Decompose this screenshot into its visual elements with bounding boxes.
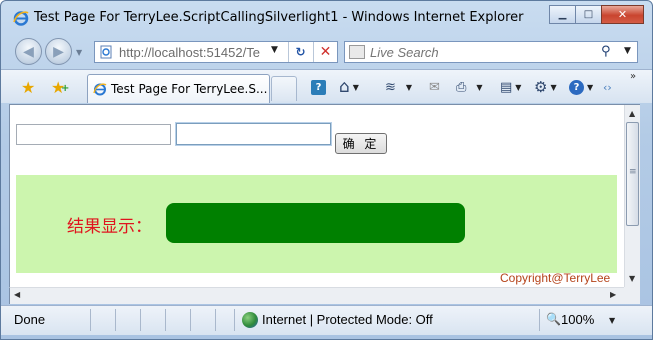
page-dropdown-icon: ▼ xyxy=(515,82,522,92)
ie-logo-icon xyxy=(13,11,29,26)
scroll-up-icon[interactable]: ▲ xyxy=(629,109,635,118)
print-button[interactable]: ⎙ ▼ xyxy=(456,78,483,96)
result-display-box xyxy=(166,203,465,243)
page-menu-button[interactable]: ▤ ▼ xyxy=(500,78,521,96)
tab-bar: ★ ★ Test Page For TerryLee.S... ? ⌂ ▼ ≋ … xyxy=(1,69,652,103)
search-input[interactable] xyxy=(370,43,590,61)
research-button[interactable]: ‹› xyxy=(603,78,612,96)
horizontal-scrollbar[interactable]: ◀ ▶ xyxy=(9,287,624,304)
globe-icon xyxy=(242,312,258,328)
new-tab-button[interactable] xyxy=(271,76,297,101)
tab-active[interactable]: Test Page For TerryLee.S... xyxy=(87,74,270,103)
minimize-button[interactable]: ▁ xyxy=(549,5,576,24)
read-mail-button[interactable]: ✉ xyxy=(429,78,440,96)
back-button[interactable]: ◀ xyxy=(15,38,42,65)
zoom-level[interactable]: 100% xyxy=(561,312,594,327)
vertical-scrollbar[interactable]: ▲ ▼ xyxy=(624,105,640,287)
window-controls: ▁ □ ✕ xyxy=(549,5,644,24)
research-icon: ‹› xyxy=(603,80,612,94)
feeds-icon: ≋ xyxy=(385,79,396,95)
result-label: 结果显示： xyxy=(67,217,152,237)
scroll-left-icon[interactable]: ◀ xyxy=(14,290,20,299)
mail-icon: ✉ xyxy=(429,79,440,95)
scroll-right-icon[interactable]: ▶ xyxy=(610,290,616,299)
navigation-bar: ◀ ▶ ▼ ▼ ↻ ✕ ⚲ ▼ xyxy=(1,34,652,67)
text-input-2[interactable] xyxy=(175,122,332,146)
feeds-button[interactable]: ≋ ▼ xyxy=(385,78,412,96)
ie-page-icon xyxy=(93,83,107,96)
ok-button[interactable]: 确 定 xyxy=(335,133,387,154)
add-to-favorites-icon[interactable]: ★ xyxy=(51,78,70,97)
page-icon: ▤ xyxy=(500,79,513,95)
address-bar: ▼ ↻ ✕ xyxy=(94,41,338,63)
status-divider xyxy=(165,309,166,331)
tools-dropdown-icon: ▼ xyxy=(550,82,557,92)
refresh-button[interactable]: ↻ xyxy=(288,42,312,62)
scrollbar-corner xyxy=(624,287,640,304)
page-icon xyxy=(100,45,112,59)
silverlight-panel: 结果显示： xyxy=(16,175,617,273)
scroll-down-icon[interactable]: ▼ xyxy=(629,274,635,283)
window-title: Test Page For TerryLee.ScriptCallingSilv… xyxy=(34,10,524,25)
status-divider xyxy=(215,309,216,331)
gear-icon: ⚙ xyxy=(534,78,548,96)
feeds-dropdown-icon[interactable]: ▼ xyxy=(406,83,412,92)
search-box: ⚲ ▼ xyxy=(344,41,638,63)
print-dropdown-icon[interactable]: ▼ xyxy=(476,83,482,92)
more-commands-icon[interactable]: » xyxy=(630,71,636,82)
stop-button[interactable]: ✕ xyxy=(313,42,337,62)
status-bar: Done Internet | Protected Mode: Off 🔍 10… xyxy=(1,305,652,335)
status-divider xyxy=(140,309,141,331)
vertical-scroll-thumb[interactable] xyxy=(626,122,639,226)
help-icon: ? xyxy=(569,79,584,95)
url-input[interactable] xyxy=(119,43,275,61)
home-button[interactable]: ⌂ ▼ xyxy=(339,77,359,97)
maximize-button[interactable]: □ xyxy=(575,5,602,24)
title-bar: Test Page For TerryLee.ScriptCallingSilv… xyxy=(1,1,652,33)
status-text: Done xyxy=(14,312,46,327)
security-zone-text[interactable]: Internet | Protected Mode: Off xyxy=(262,312,433,327)
print-icon: ⎙ xyxy=(456,79,467,95)
status-divider xyxy=(190,309,191,331)
quick-tabs-icon: ? xyxy=(311,79,326,95)
search-icon[interactable]: ⚲ xyxy=(601,44,611,59)
browser-window: Test Page For TerryLee.ScriptCallingSilv… xyxy=(0,0,653,340)
zoom-dropdown-icon[interactable]: ▼ xyxy=(609,316,615,325)
search-options-dropdown-icon[interactable]: ▼ xyxy=(624,46,631,56)
text-input-1[interactable] xyxy=(16,124,171,145)
address-dropdown-icon[interactable]: ▼ xyxy=(271,45,278,55)
status-divider xyxy=(234,309,235,331)
zoom-icon[interactable]: 🔍 xyxy=(546,312,561,326)
help-dropdown-icon: ▼ xyxy=(587,82,594,92)
tools-menu-button[interactable]: ⚙ ▼ xyxy=(534,78,557,96)
forward-button[interactable]: ▶ xyxy=(45,38,72,65)
tab-label: Test Page For TerryLee.S... xyxy=(111,82,268,96)
recent-pages-dropdown-icon[interactable]: ▼ xyxy=(76,48,82,57)
home-icon: ⌂ xyxy=(339,77,350,97)
quick-tabs-button[interactable]: ? xyxy=(311,78,326,96)
close-button[interactable]: ✕ xyxy=(601,5,644,24)
favorites-center-icon[interactable]: ★ xyxy=(21,78,35,97)
status-divider xyxy=(115,309,116,331)
copyright-text: Copyright@TerryLee xyxy=(500,271,611,285)
status-divider xyxy=(539,309,540,331)
page-content: 确 定 结果显示： Copyright@TerryLee ▲ ▼ xyxy=(9,104,640,287)
home-dropdown-icon[interactable]: ▼ xyxy=(353,83,359,92)
status-divider xyxy=(90,309,91,331)
live-search-icon xyxy=(349,45,365,59)
help-menu-button[interactable]: ? ▼ xyxy=(569,78,593,96)
